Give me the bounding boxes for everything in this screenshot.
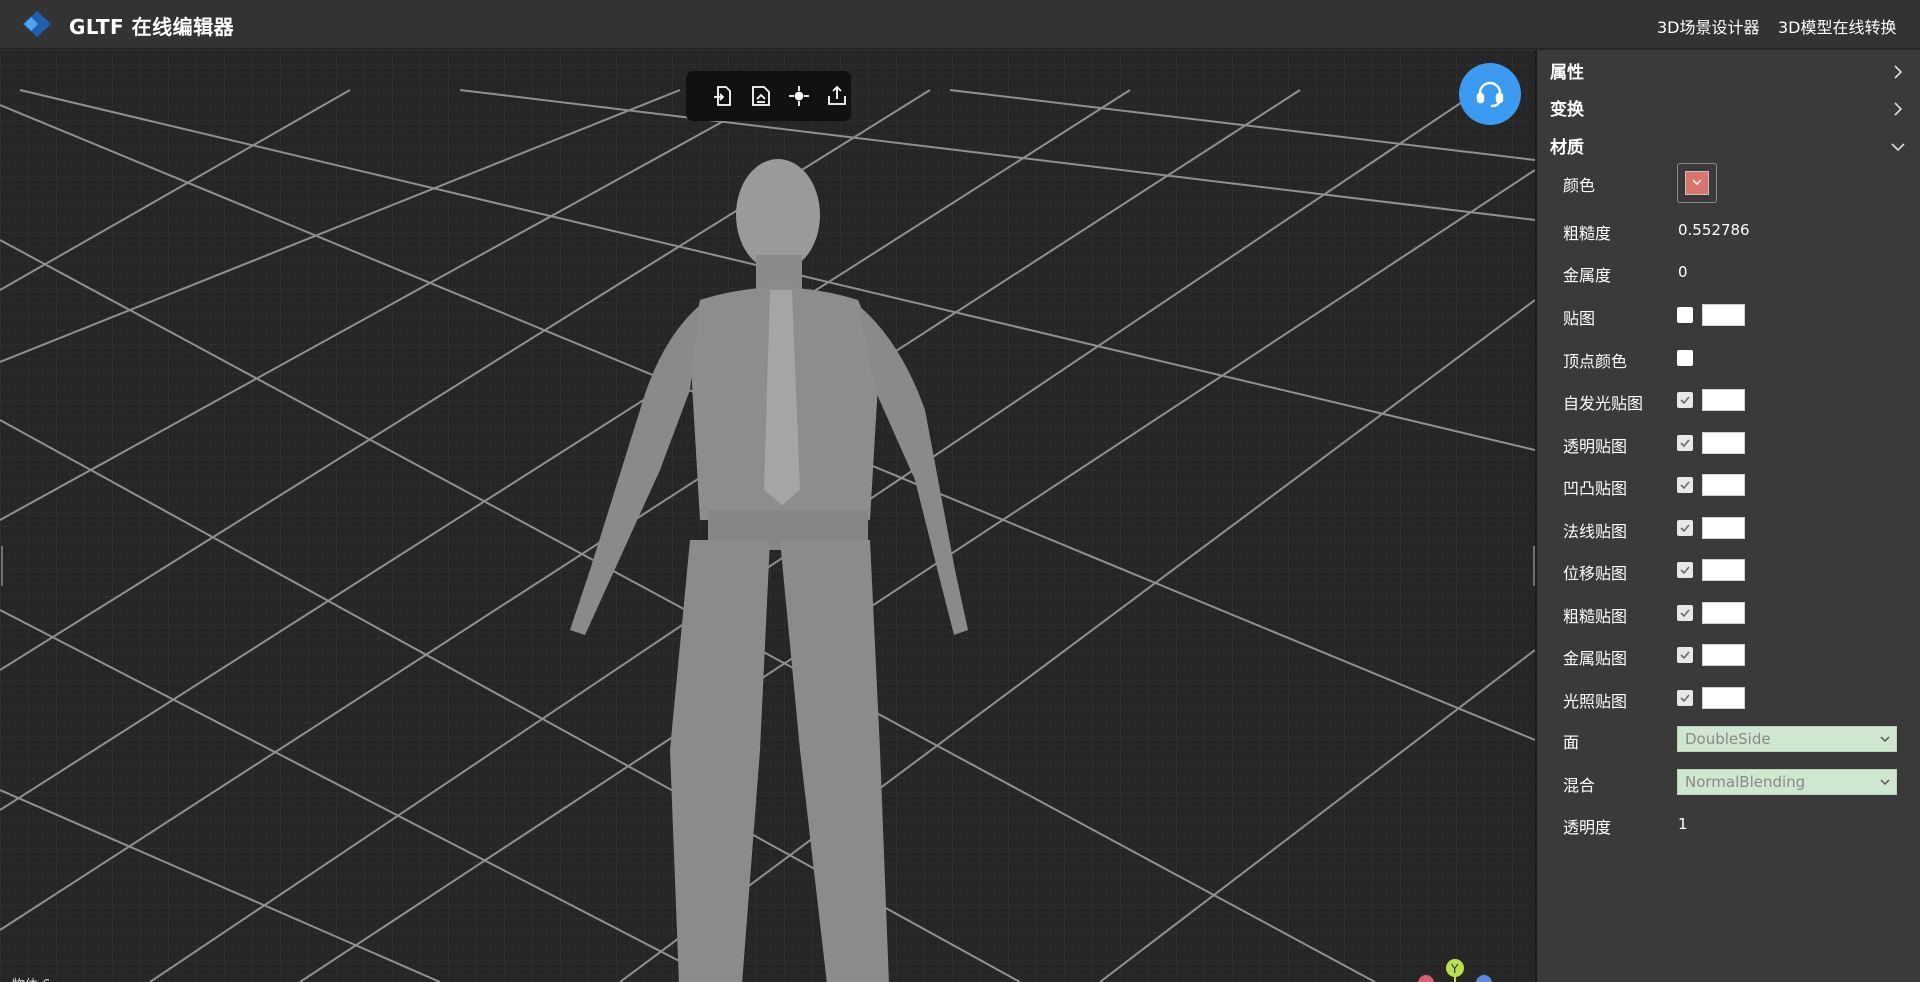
nav-scene-designer[interactable]: 3D场景设计器 [1657,14,1760,38]
chevron-down-icon [1891,143,1905,152]
side-label: 面 [1563,733,1580,752]
map-checkbox[interactable] [1677,562,1693,578]
map-texture-slot[interactable] [1702,644,1745,666]
checkmark-icon [1680,651,1690,660]
section-transform-label: 变换 [1550,100,1584,120]
chevron-down-icon [1880,736,1890,743]
map-texture-slot[interactable] [1702,516,1745,539]
object-count-status: 物体 6 [12,974,50,982]
side-select-value: DoubleSide [1685,730,1771,748]
side-select[interactable]: DoubleSide [1677,726,1897,752]
chevron-right-icon [1894,65,1903,79]
viewport-toolbar [686,71,851,121]
section-properties[interactable]: 属性 [1550,58,1910,90]
customer-support-button[interactable] [1459,63,1521,125]
map-checkbox[interactable] [1677,519,1693,536]
headset-icon [1476,81,1504,108]
export-icon[interactable] [825,84,849,108]
map-label: 法线贴图 [1563,521,1628,541]
section-material-label: 材质 [1550,138,1584,158]
replace-icon[interactable] [749,84,773,108]
map-label: 凹凸贴图 [1563,479,1628,498]
chevron-down-icon [1880,779,1890,786]
checkmark-icon [1680,693,1690,702]
map-label: 透明贴图 [1563,436,1628,456]
color-picker[interactable] [1677,163,1717,203]
blending-select-value: NormalBlending [1685,773,1806,791]
left-splitter[interactable] [0,546,8,586]
map-label: 粗糙贴图 [1563,606,1628,626]
app-title: GLTF 在线编辑器 [69,15,235,39]
map-checkbox[interactable] [1677,477,1693,493]
checkmark-icon [1680,438,1690,447]
checkmark-icon [1680,566,1690,575]
3d-viewport[interactable]: Y 物体 6 [0,50,1535,982]
checkmark-icon [1680,481,1690,490]
chevron-down-icon [1692,179,1702,185]
map-checkbox[interactable] [1677,604,1693,621]
metalness-label: 金属度 [1563,266,1612,285]
map-checkbox[interactable] [1677,349,1693,366]
section-transform[interactable]: 变换 [1550,95,1910,127]
section-properties-label: 属性 [1550,63,1584,83]
focus-icon[interactable] [787,84,811,108]
color-label: 颜色 [1563,176,1596,195]
scene-canvas[interactable]: Y [0,50,1535,982]
roughness-label: 粗糙度 [1563,224,1612,243]
map-texture-slot[interactable] [1702,559,1745,581]
map-checkbox[interactable] [1677,434,1693,451]
section-material[interactable]: 材质 [1550,133,1910,165]
roughness-value[interactable]: 0.552786 [1678,221,1750,239]
map-texture-slot[interactable] [1702,601,1745,624]
properties-panel: 属性 变换 材质 颜色 粗糙度 0.552786 金属度 0 贴图顶点颜色自发光… [1535,50,1920,982]
map-texture-slot[interactable] [1702,389,1745,411]
map-texture-slot[interactable] [1702,686,1745,709]
map-checkbox[interactable] [1677,392,1693,408]
nav-model-converter[interactable]: 3D模型在线转换 [1778,14,1897,38]
map-label: 光照贴图 [1563,691,1628,711]
map-label: 顶点颜色 [1563,351,1628,371]
axis-y-label: Y [1450,962,1459,976]
map-texture-slot[interactable] [1702,304,1745,326]
metalness-value[interactable]: 0 [1678,263,1688,281]
map-texture-slot[interactable] [1702,431,1745,454]
color-swatch-fill [1685,171,1709,195]
map-checkbox[interactable] [1677,307,1693,323]
opacity-label: 透明度 [1563,818,1612,837]
map-label: 位移贴图 [1563,564,1628,583]
import-icon[interactable] [711,84,735,108]
checkmark-icon [1680,523,1690,532]
checkmark-icon [1680,608,1690,617]
map-checkbox[interactable] [1677,689,1693,706]
chevron-right-icon [1894,102,1903,116]
map-label: 金属贴图 [1563,649,1628,668]
map-texture-slot[interactable] [1702,474,1745,496]
map-checkbox[interactable] [1677,647,1693,663]
blending-label: 混合 [1563,776,1596,795]
map-label: 贴图 [1563,309,1596,328]
app-header: GLTF 在线编辑器 3D场景设计器 3D模型在线转换 [0,0,1920,49]
map-label: 自发光贴图 [1563,394,1644,413]
blending-select[interactable]: NormalBlending [1677,769,1897,795]
opacity-value[interactable]: 1 [1678,815,1688,833]
checkmark-icon [1680,396,1690,405]
logo-icon [23,11,51,37]
